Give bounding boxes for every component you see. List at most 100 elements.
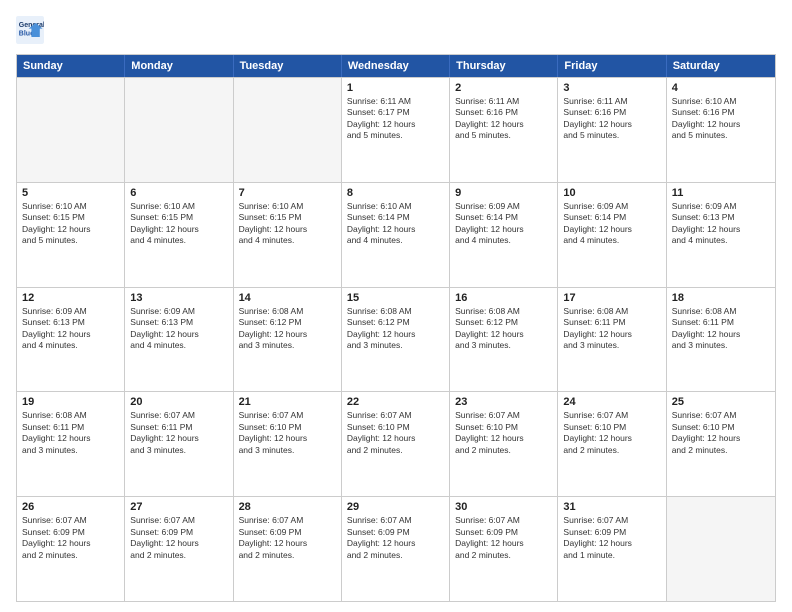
- day-cell-26: 26 Sunrise: 6:07 AM Sunset: 6:09 PM Dayli…: [17, 497, 125, 601]
- day-number: 7: [239, 187, 336, 199]
- calendar-row-0: 1Sunrise: 6:11 AM Sunset: 6:17 PM Daylig…: [17, 77, 775, 182]
- header-cell-wednesday: Wednesday: [342, 55, 450, 77]
- day-info: Sunrise: 6:07 AM Sunset: 6:09 PM Dayligh…: [239, 515, 336, 561]
- page: General Blue SundayMondayTuesdayWednesda…: [0, 0, 792, 612]
- day-number: 9: [455, 187, 552, 199]
- day-info: Sunrise: 6:10 AM Sunset: 6:14 PM Dayligh…: [347, 201, 444, 247]
- day-number: 30: [455, 501, 552, 513]
- day-info: Sunrise: 6:07 AM Sunset: 6:10 PM Dayligh…: [455, 410, 552, 456]
- day-cell-21: 21 Sunrise: 6:07 AM Sunset: 6:10 PM Dayli…: [234, 392, 342, 496]
- day-cell-17: 17 Sunrise: 6:08 AM Sunset: 6:11 PM Dayli…: [558, 288, 666, 392]
- day-number: 28: [239, 501, 336, 513]
- logo: General Blue: [16, 16, 48, 44]
- day-number: 18: [672, 292, 770, 304]
- day-cell-25: 25 Sunrise: 6:07 AM Sunset: 6:10 PM Dayli…: [667, 392, 775, 496]
- day-cell-2: 2 Sunrise: 6:11 AM Sunset: 6:16 PM Daylig…: [450, 78, 558, 182]
- day-cell-11: 11 Sunrise: 6:09 AM Sunset: 6:13 PM Dayli…: [667, 183, 775, 287]
- day-cell-31: 31 Sunrise: 6:07 AM Sunset: 6:09 PM Dayli…: [558, 497, 666, 601]
- day-cell-5: 5 Sunrise: 6:10 AM Sunset: 6:15 PM Daylig…: [17, 183, 125, 287]
- day-info: Sunrise: 6:07 AM Sunset: 6:09 PM Dayligh…: [22, 515, 119, 561]
- day-info: Sunrise: 6:07 AM Sunset: 6:10 PM Dayligh…: [347, 410, 444, 456]
- day-info: Sunrise: 6:08 AM Sunset: 6:11 PM Dayligh…: [563, 306, 660, 352]
- header-cell-tuesday: Tuesday: [234, 55, 342, 77]
- day-info: Sunrise: 6:07 AM Sunset: 6:10 PM Dayligh…: [239, 410, 336, 456]
- day-info: Sunrise: 6:09 AM Sunset: 6:13 PM Dayligh…: [22, 306, 119, 352]
- header-cell-thursday: Thursday: [450, 55, 558, 77]
- day-info: Sunrise: 6:09 AM Sunset: 6:14 PM Dayligh…: [563, 201, 660, 247]
- day-number: 26: [22, 501, 119, 513]
- day-number: 11: [672, 187, 770, 199]
- day-number: 17: [563, 292, 660, 304]
- day-info: Sunrise: 6:11 AM Sunset: 6:17 PM Dayligh…: [347, 96, 444, 142]
- day-cell-18: 18 Sunrise: 6:08 AM Sunset: 6:11 PM Dayli…: [667, 288, 775, 392]
- day-info: Sunrise: 6:11 AM Sunset: 6:16 PM Dayligh…: [455, 96, 552, 142]
- day-cell-3: 3Sunrise: 6:11 AM Sunset: 6:16 PM Daylig…: [558, 78, 666, 182]
- day-info: Sunrise: 6:08 AM Sunset: 6:12 PM Dayligh…: [347, 306, 444, 352]
- day-number: 12: [22, 292, 119, 304]
- day-cell-13: 13 Sunrise: 6:09 AM Sunset: 6:13 PM Dayli…: [125, 288, 233, 392]
- day-info: Sunrise: 6:10 AM Sunset: 6:16 PM Dayligh…: [672, 96, 770, 142]
- day-cell-1: 1Sunrise: 6:11 AM Sunset: 6:17 PM Daylig…: [342, 78, 450, 182]
- day-info: Sunrise: 6:09 AM Sunset: 6:13 PM Dayligh…: [672, 201, 770, 247]
- logo-icon: General Blue: [16, 16, 44, 44]
- calendar: SundayMondayTuesdayWednesdayThursdayFrid…: [16, 54, 776, 602]
- day-number: 5: [22, 187, 119, 199]
- day-number: 3: [563, 82, 660, 94]
- header-cell-monday: Monday: [125, 55, 233, 77]
- calendar-body: 1Sunrise: 6:11 AM Sunset: 6:17 PM Daylig…: [17, 77, 775, 601]
- header-cell-saturday: Saturday: [667, 55, 775, 77]
- day-number: 20: [130, 396, 227, 408]
- day-number: 31: [563, 501, 660, 513]
- day-cell-27: 27Sunrise: 6:07 AM Sunset: 6:09 PM Dayli…: [125, 497, 233, 601]
- day-number: 13: [130, 292, 227, 304]
- day-info: Sunrise: 6:07 AM Sunset: 6:10 PM Dayligh…: [563, 410, 660, 456]
- day-number: 23: [455, 396, 552, 408]
- day-info: Sunrise: 6:09 AM Sunset: 6:13 PM Dayligh…: [130, 306, 227, 352]
- header-cell-friday: Friday: [558, 55, 666, 77]
- day-cell-7: 7 Sunrise: 6:10 AM Sunset: 6:15 PM Daylig…: [234, 183, 342, 287]
- day-cell-12: 12 Sunrise: 6:09 AM Sunset: 6:13 PM Dayli…: [17, 288, 125, 392]
- calendar-header: SundayMondayTuesdayWednesdayThursdayFrid…: [17, 55, 775, 77]
- day-cell-28: 28 Sunrise: 6:07 AM Sunset: 6:09 PM Dayli…: [234, 497, 342, 601]
- day-number: 27: [130, 501, 227, 513]
- day-number: 29: [347, 501, 444, 513]
- day-number: 4: [672, 82, 770, 94]
- day-info: Sunrise: 6:08 AM Sunset: 6:12 PM Dayligh…: [239, 306, 336, 352]
- day-cell-16: 16Sunrise: 6:08 AM Sunset: 6:12 PM Dayli…: [450, 288, 558, 392]
- day-cell-22: 22 Sunrise: 6:07 AM Sunset: 6:10 PM Dayli…: [342, 392, 450, 496]
- day-info: Sunrise: 6:07 AM Sunset: 6:09 PM Dayligh…: [347, 515, 444, 561]
- day-number: 25: [672, 396, 770, 408]
- day-info: Sunrise: 6:07 AM Sunset: 6:10 PM Dayligh…: [672, 410, 770, 456]
- day-cell-8: 8 Sunrise: 6:10 AM Sunset: 6:14 PM Daylig…: [342, 183, 450, 287]
- day-info: Sunrise: 6:08 AM Sunset: 6:12 PM Dayligh…: [455, 306, 552, 352]
- day-number: 8: [347, 187, 444, 199]
- calendar-row-1: 5 Sunrise: 6:10 AM Sunset: 6:15 PM Daylig…: [17, 182, 775, 287]
- day-number: 21: [239, 396, 336, 408]
- day-info: Sunrise: 6:10 AM Sunset: 6:15 PM Dayligh…: [130, 201, 227, 247]
- day-number: 14: [239, 292, 336, 304]
- day-cell-14: 14 Sunrise: 6:08 AM Sunset: 6:12 PM Dayli…: [234, 288, 342, 392]
- day-info: Sunrise: 6:09 AM Sunset: 6:14 PM Dayligh…: [455, 201, 552, 247]
- day-info: Sunrise: 6:10 AM Sunset: 6:15 PM Dayligh…: [239, 201, 336, 247]
- empty-cell-0-0: [17, 78, 125, 182]
- day-info: Sunrise: 6:07 AM Sunset: 6:09 PM Dayligh…: [563, 515, 660, 561]
- day-cell-29: 29 Sunrise: 6:07 AM Sunset: 6:09 PM Dayli…: [342, 497, 450, 601]
- day-info: Sunrise: 6:07 AM Sunset: 6:09 PM Dayligh…: [455, 515, 552, 561]
- calendar-row-3: 19 Sunrise: 6:08 AM Sunset: 6:11 PM Dayli…: [17, 391, 775, 496]
- day-cell-24: 24Sunrise: 6:07 AM Sunset: 6:10 PM Dayli…: [558, 392, 666, 496]
- empty-cell-4-6: [667, 497, 775, 601]
- day-info: Sunrise: 6:08 AM Sunset: 6:11 PM Dayligh…: [672, 306, 770, 352]
- day-info: Sunrise: 6:08 AM Sunset: 6:11 PM Dayligh…: [22, 410, 119, 456]
- day-cell-6: 6Sunrise: 6:10 AM Sunset: 6:15 PM Daylig…: [125, 183, 233, 287]
- day-cell-23: 23 Sunrise: 6:07 AM Sunset: 6:10 PM Dayli…: [450, 392, 558, 496]
- header-cell-sunday: Sunday: [17, 55, 125, 77]
- day-cell-20: 20Sunrise: 6:07 AM Sunset: 6:11 PM Dayli…: [125, 392, 233, 496]
- calendar-row-4: 26 Sunrise: 6:07 AM Sunset: 6:09 PM Dayli…: [17, 496, 775, 601]
- day-cell-10: 10 Sunrise: 6:09 AM Sunset: 6:14 PM Dayli…: [558, 183, 666, 287]
- day-cell-19: 19 Sunrise: 6:08 AM Sunset: 6:11 PM Dayli…: [17, 392, 125, 496]
- day-number: 19: [22, 396, 119, 408]
- day-number: 2: [455, 82, 552, 94]
- day-number: 22: [347, 396, 444, 408]
- day-info: Sunrise: 6:10 AM Sunset: 6:15 PM Dayligh…: [22, 201, 119, 247]
- day-number: 10: [563, 187, 660, 199]
